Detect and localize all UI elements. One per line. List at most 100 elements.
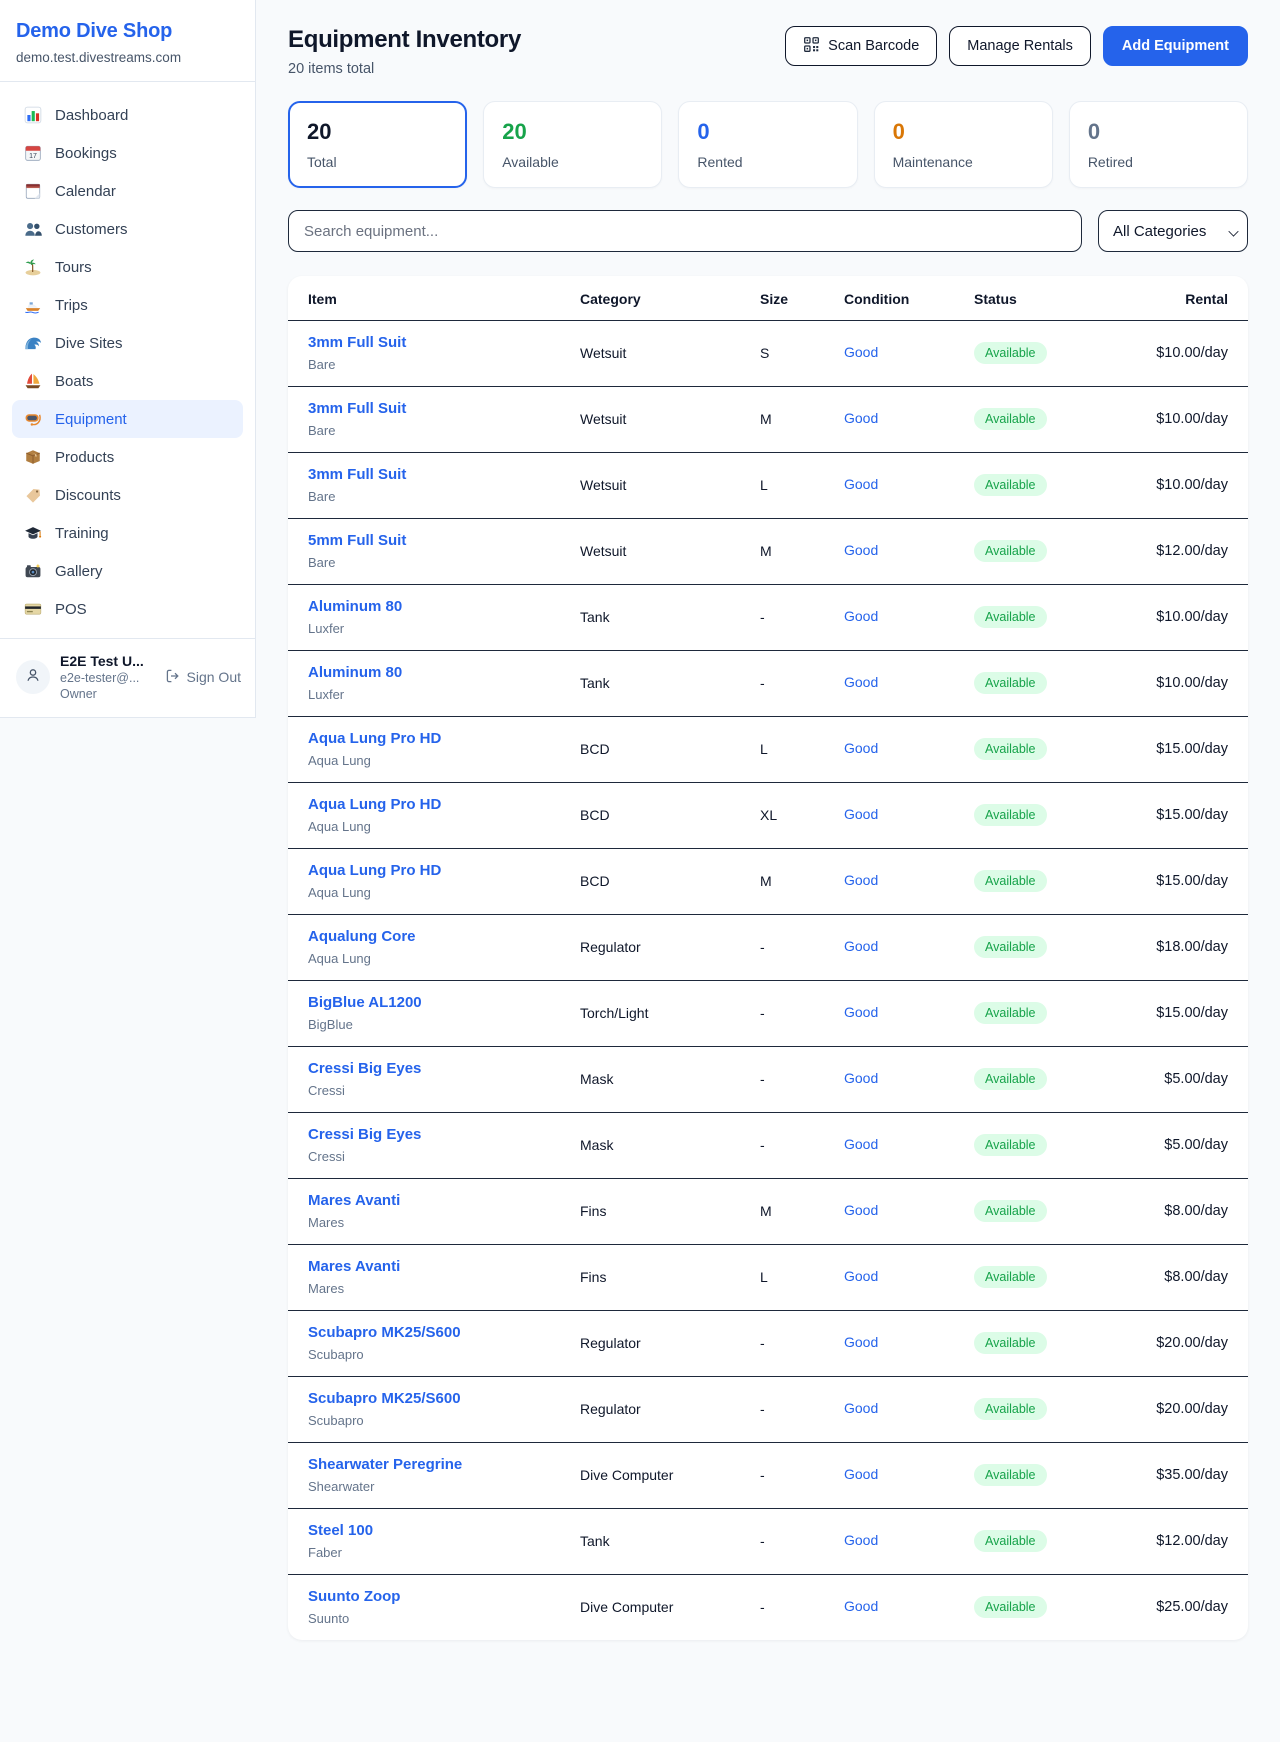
user-email: e2e-tester@... bbox=[60, 671, 144, 685]
condition-link[interactable]: Good bbox=[844, 938, 878, 954]
condition-link[interactable]: Good bbox=[844, 476, 878, 492]
items-total-count: 20 items total bbox=[288, 61, 521, 77]
item-name-link[interactable]: Aluminum 80 bbox=[308, 598, 570, 615]
condition-link[interactable]: Good bbox=[844, 1070, 878, 1086]
condition-link[interactable]: Good bbox=[844, 1466, 878, 1482]
item-brand: Bare bbox=[308, 555, 570, 570]
item-name-link[interactable]: 3mm Full Suit bbox=[308, 466, 570, 483]
sidebar-item-dive-sites[interactable]: Dive Sites bbox=[12, 324, 243, 362]
condition-link[interactable]: Good bbox=[844, 1532, 878, 1548]
sidebar-item-calendar[interactable]: Calendar bbox=[12, 172, 243, 210]
item-name-link[interactable]: Mares Avanti bbox=[308, 1192, 570, 1209]
item-size: M bbox=[760, 519, 844, 585]
condition-link[interactable]: Good bbox=[844, 740, 878, 756]
item-brand: Cressi bbox=[308, 1149, 570, 1164]
svg-text:17: 17 bbox=[29, 153, 37, 160]
item-brand: Aqua Lung bbox=[308, 819, 570, 834]
sidebar-item-dashboard[interactable]: Dashboard bbox=[12, 96, 243, 134]
item-name-link[interactable]: Aqua Lung Pro HD bbox=[308, 862, 570, 879]
stats-row: 20 Total 20 Available 0 Rented 0 Mainten… bbox=[288, 101, 1248, 188]
category-select[interactable]: All Categories bbox=[1098, 210, 1248, 252]
item-name-link[interactable]: Aqua Lung Pro HD bbox=[308, 796, 570, 813]
sidebar-item-tours[interactable]: Tours bbox=[12, 248, 243, 286]
item-name-link[interactable]: Scubapro MK25/S600 bbox=[308, 1324, 570, 1341]
sidebar-item-boats[interactable]: Boats bbox=[12, 362, 243, 400]
sidebar-item-label: Dive Sites bbox=[55, 335, 123, 352]
condition-link[interactable]: Good bbox=[844, 1136, 878, 1152]
sidebar-item-training[interactable]: Training bbox=[12, 514, 243, 552]
item-size: L bbox=[760, 717, 844, 783]
item-brand: Aqua Lung bbox=[308, 951, 570, 966]
status-badge: Available bbox=[974, 1596, 1047, 1618]
item-name-link[interactable]: Steel 100 bbox=[308, 1522, 570, 1539]
condition-link[interactable]: Good bbox=[844, 1004, 878, 1020]
condition-link[interactable]: Good bbox=[844, 806, 878, 822]
item-category: BCD bbox=[580, 849, 760, 915]
stat-card-available[interactable]: 20 Available bbox=[483, 101, 662, 188]
sidebar-item-gallery[interactable]: Gallery bbox=[12, 552, 243, 590]
scan-barcode-button[interactable]: Scan Barcode bbox=[785, 26, 937, 66]
brand-block: Demo Dive Shop demo.test.divestreams.com bbox=[0, 0, 255, 82]
item-category: Tank bbox=[580, 1509, 760, 1575]
item-name-link[interactable]: Mares Avanti bbox=[308, 1258, 570, 1275]
rental-price: $10.00/day bbox=[1156, 345, 1228, 361]
sidebar-item-customers[interactable]: Customers bbox=[12, 210, 243, 248]
condition-link[interactable]: Good bbox=[844, 1400, 878, 1416]
item-name-link[interactable]: Aqualung Core bbox=[308, 928, 570, 945]
item-name-link[interactable]: 5mm Full Suit bbox=[308, 532, 570, 549]
sidebar-item-bookings[interactable]: 17 Bookings bbox=[12, 134, 243, 172]
item-name-link[interactable]: 3mm Full Suit bbox=[308, 334, 570, 351]
condition-link[interactable]: Good bbox=[844, 674, 878, 690]
item-name-link[interactable]: Scubapro MK25/S600 bbox=[308, 1390, 570, 1407]
item-name-link[interactable]: Aqua Lung Pro HD bbox=[308, 730, 570, 747]
condition-link[interactable]: Good bbox=[844, 542, 878, 558]
stat-label: Retired bbox=[1088, 154, 1229, 170]
item-name-link[interactable]: Aluminum 80 bbox=[308, 664, 570, 681]
sidebar-item-discounts[interactable]: Discounts bbox=[12, 476, 243, 514]
sidebar-item-label: Bookings bbox=[55, 145, 117, 162]
manage-rentals-button[interactable]: Manage Rentals bbox=[949, 26, 1091, 66]
sidebar-item-equipment[interactable]: Equipment bbox=[12, 400, 243, 438]
sidebar-item-label: Boats bbox=[55, 373, 93, 390]
item-name-link[interactable]: Cressi Big Eyes bbox=[308, 1060, 570, 1077]
item-name-link[interactable]: BigBlue AL1200 bbox=[308, 994, 570, 1011]
stat-card-maintenance[interactable]: 0 Maintenance bbox=[874, 101, 1053, 188]
item-brand: BigBlue bbox=[308, 1017, 570, 1032]
stat-value: 20 bbox=[502, 119, 643, 145]
status-badge: Available bbox=[974, 474, 1047, 496]
rental-price: $25.00/day bbox=[1156, 1599, 1228, 1615]
condition-link[interactable]: Good bbox=[844, 608, 878, 624]
item-name-link[interactable]: 3mm Full Suit bbox=[308, 400, 570, 417]
rental-price: $20.00/day bbox=[1156, 1335, 1228, 1351]
condition-link[interactable]: Good bbox=[844, 410, 878, 426]
sign-out-button[interactable]: Sign Out bbox=[165, 668, 241, 687]
sidebar-item-trips[interactable]: Trips bbox=[12, 286, 243, 324]
item-name-link[interactable]: Suunto Zoop bbox=[308, 1588, 570, 1605]
add-equipment-button[interactable]: Add Equipment bbox=[1103, 26, 1248, 66]
item-name-link[interactable]: Shearwater Peregrine bbox=[308, 1456, 570, 1473]
item-category: Wetsuit bbox=[580, 453, 760, 519]
item-name-link[interactable]: Cressi Big Eyes bbox=[308, 1126, 570, 1143]
stat-card-retired[interactable]: 0 Retired bbox=[1069, 101, 1248, 188]
avatar bbox=[16, 660, 50, 694]
condition-link[interactable]: Good bbox=[844, 1202, 878, 1218]
rental-price: $10.00/day bbox=[1156, 411, 1228, 427]
condition-link[interactable]: Good bbox=[844, 344, 878, 360]
item-size: - bbox=[760, 1113, 844, 1179]
rental-price: $12.00/day bbox=[1156, 543, 1228, 559]
condition-link[interactable]: Good bbox=[844, 1598, 878, 1614]
sidebar-item-pos[interactable]: POS bbox=[12, 590, 243, 628]
sidebar-item-products[interactable]: Products bbox=[12, 438, 243, 476]
search-input[interactable] bbox=[288, 210, 1082, 252]
rental-price: $5.00/day bbox=[1164, 1071, 1228, 1087]
rental-price: $8.00/day bbox=[1164, 1203, 1228, 1219]
condition-link[interactable]: Good bbox=[844, 1334, 878, 1350]
column-header-rental: Rental bbox=[1156, 276, 1248, 321]
status-badge: Available bbox=[974, 1068, 1047, 1090]
condition-link[interactable]: Good bbox=[844, 872, 878, 888]
condition-link[interactable]: Good bbox=[844, 1268, 878, 1284]
trips-boat-icon bbox=[24, 296, 42, 314]
user-name: E2E Test U... bbox=[60, 653, 144, 669]
stat-card-total[interactable]: 20 Total bbox=[288, 101, 467, 188]
stat-card-rented[interactable]: 0 Rented bbox=[678, 101, 857, 188]
